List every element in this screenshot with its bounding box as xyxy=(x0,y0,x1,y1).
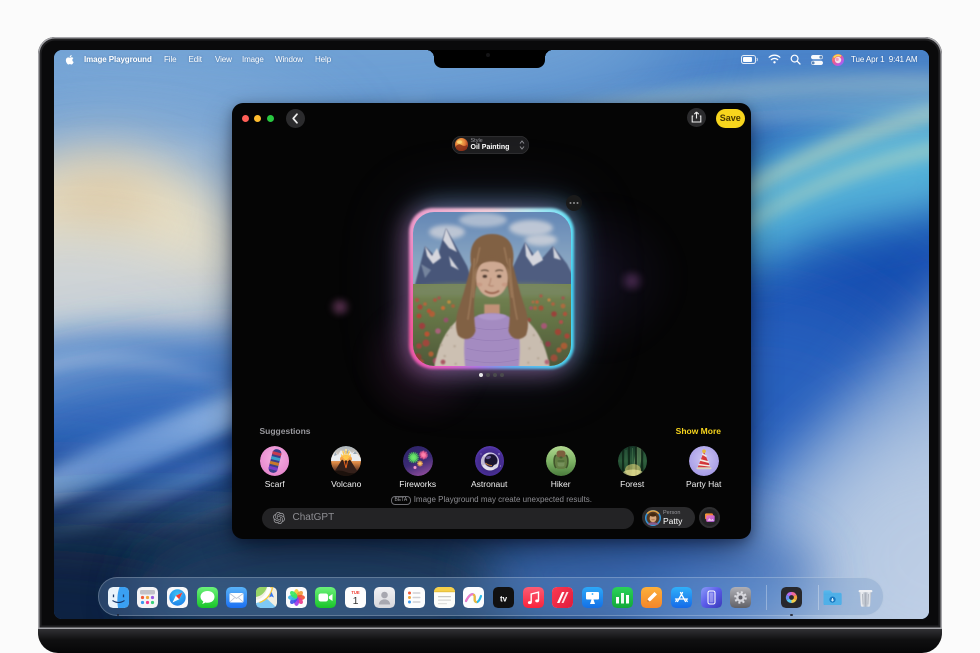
svg-text:1: 1 xyxy=(352,595,358,607)
svg-text:tv: tv xyxy=(500,594,508,603)
